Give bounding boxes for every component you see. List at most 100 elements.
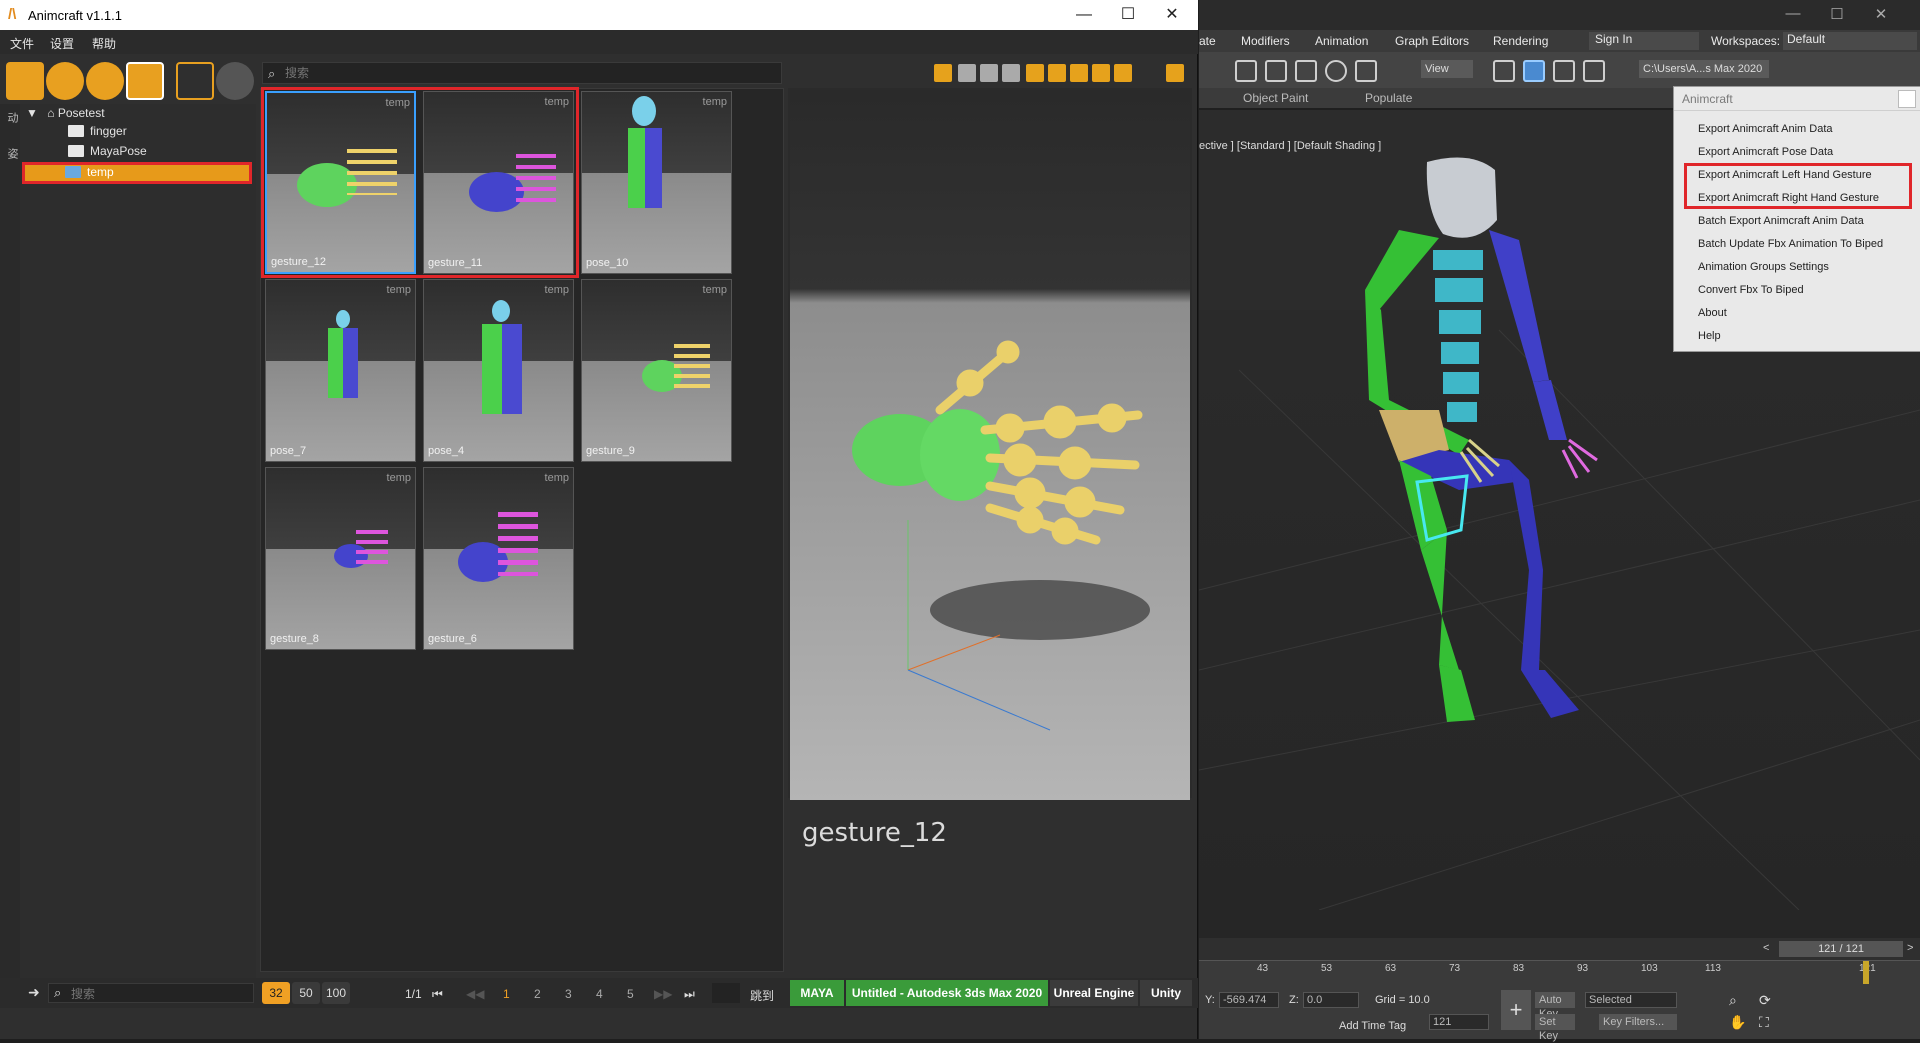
max-menu-graph-editors[interactable]: Graph Editors <box>1395 34 1469 48</box>
menu-help-item[interactable]: Help <box>1698 330 1721 342</box>
current-frame-marker[interactable] <box>1863 961 1869 985</box>
grid-alt-icon[interactable] <box>980 64 998 82</box>
last-page-button[interactable]: ⏭ <box>684 987 695 1002</box>
key-filters-button[interactable]: Key Filters... <box>1599 1014 1677 1030</box>
thumbnail-gesture-8[interactable]: temp gesture_8 <box>265 467 416 650</box>
frame-counter[interactable]: 121 / 121 <box>1779 941 1903 957</box>
engine-maya[interactable]: MAYA <box>790 980 844 1006</box>
max-menu-modifiers[interactable]: Modifiers <box>1241 34 1290 48</box>
snap-toggle-icon[interactable] <box>1523 60 1545 82</box>
menu-about[interactable]: About <box>1698 307 1727 319</box>
disabled-tool-icon[interactable] <box>216 62 254 100</box>
menu-export-right-hand-gesture[interactable]: Export Animcraft Right Hand Gesture <box>1698 192 1879 204</box>
jump-button[interactable]: 跳到 <box>750 987 774 1004</box>
side-tab-anim[interactable]: 动 <box>4 112 20 123</box>
side-tab-pose[interactable]: 姿 <box>4 148 20 159</box>
pivot-icon[interactable] <box>1493 60 1515 82</box>
menu-help[interactable]: 帮助 <box>92 35 116 52</box>
maximize-button[interactable]: ☐ <box>1108 4 1148 26</box>
set-key-button[interactable]: Set Key <box>1535 1014 1575 1042</box>
thumbnail-gesture-6[interactable]: temp gesture_6 <box>423 467 574 650</box>
page-4[interactable]: 4 <box>596 987 603 1001</box>
percent-snap-icon[interactable] <box>1583 60 1605 82</box>
search-input[interactable] <box>285 65 765 81</box>
zoom-icon[interactable]: ⌕ <box>1729 992 1737 1009</box>
angle-snap-icon[interactable] <box>1553 60 1575 82</box>
checker-icon[interactable] <box>1002 64 1020 82</box>
max-minimize-button[interactable]: — <box>1773 5 1813 25</box>
path-select[interactable]: C:\Users\A...s Max 2020 <box>1639 60 1769 78</box>
prev-page-button[interactable]: ◀◀ <box>466 987 484 1001</box>
tab-object-paint[interactable]: Object Paint <box>1243 91 1308 105</box>
tree-item-fingger[interactable]: fingger <box>68 124 127 142</box>
scale-icon[interactable] <box>1355 60 1377 82</box>
pan-icon[interactable]: ✋ <box>1729 1014 1746 1031</box>
light-icon[interactable] <box>1026 64 1044 82</box>
motion-icon[interactable] <box>176 62 214 100</box>
minimize-button[interactable]: — <box>1064 4 1104 26</box>
menu-export-pose-data[interactable]: Export Animcraft Pose Data <box>1698 146 1833 158</box>
hand-gesture-icon[interactable] <box>126 62 164 100</box>
workspace-select[interactable]: Default <box>1783 32 1917 50</box>
max-menu-animation[interactable]: Animation <box>1315 34 1368 48</box>
rotate-icon[interactable] <box>1325 60 1347 82</box>
thumbnail-pose-4[interactable]: temp pose_4 <box>423 279 574 462</box>
body-pose-icon[interactable] <box>46 62 84 100</box>
orbit-icon[interactable]: ⟳ <box>1759 992 1771 1009</box>
page-size-50[interactable]: 50 <box>292 982 320 1004</box>
page-3[interactable]: 3 <box>565 987 572 1001</box>
book-icon[interactable] <box>6 62 44 100</box>
select-icon[interactable] <box>1265 60 1287 82</box>
first-page-button[interactable]: ⏮ <box>432 987 443 1002</box>
tab-populate[interactable]: Populate <box>1365 91 1412 105</box>
timeline-prev-icon[interactable]: < <box>1763 942 1769 954</box>
timeline-next-icon[interactable]: > <box>1907 942 1913 954</box>
next-page-button[interactable]: ▶▶ <box>654 987 672 1001</box>
jump-page-input[interactable] <box>712 983 740 1003</box>
sphere-icon[interactable] <box>1070 64 1088 82</box>
max-maximize-button[interactable]: ☐ <box>1817 5 1857 25</box>
view-select[interactable]: View <box>1421 60 1473 78</box>
maximize-viewport-icon[interactable]: ⛶ <box>1759 1014 1769 1031</box>
menu-batch-export-anim-data[interactable]: Batch Export Animcraft Anim Data <box>1698 215 1864 227</box>
preview-viewport[interactable] <box>790 90 1190 800</box>
library-search[interactable]: ⌕ <box>262 62 782 84</box>
menu-export-anim-data[interactable]: Export Animcraft Anim Data <box>1698 123 1833 135</box>
max-menu-create[interactable]: ate <box>1199 34 1216 48</box>
frame-field[interactable]: 121 <box>1429 1014 1489 1030</box>
y-coordinate-field[interactable]: -569.474 <box>1219 992 1279 1008</box>
sign-in-button[interactable]: Sign In <box>1589 32 1699 50</box>
engine-unity[interactable]: Unity <box>1140 980 1192 1006</box>
thumbnail-pose-10[interactable]: temp pose_10 <box>581 91 732 274</box>
tree-item-temp[interactable]: temp <box>22 162 252 184</box>
menu-batch-update-fbx[interactable]: Batch Update Fbx Animation To Biped <box>1698 238 1883 250</box>
menu-animation-groups-settings[interactable]: Animation Groups Settings <box>1698 261 1829 273</box>
bottom-search-input[interactable] <box>71 986 251 1001</box>
collapse-arrow-icon[interactable]: ▼ <box>26 106 38 120</box>
move-icon[interactable] <box>1295 60 1317 82</box>
page-size-32[interactable]: 32 <box>262 982 290 1004</box>
thumbnail-gesture-11[interactable]: temp gesture_11 <box>423 91 574 274</box>
menu-file[interactable]: 文件 <box>10 35 34 52</box>
menu-settings[interactable]: 设置 <box>50 35 74 52</box>
thumbnail-gesture-12[interactable]: temp gesture_12 <box>265 91 416 274</box>
dropdown-checkbox[interactable] <box>1898 90 1916 108</box>
page-2[interactable]: 2 <box>534 987 541 1001</box>
face-icon[interactable] <box>86 62 124 100</box>
pose-tool-icon[interactable] <box>934 64 952 82</box>
add-time-tag[interactable]: Add Time Tag <box>1339 1020 1406 1032</box>
camera-icon[interactable] <box>1166 64 1184 82</box>
menu-convert-fbx-to-biped[interactable]: Convert Fbx To Biped <box>1698 284 1804 296</box>
thumbnail-pose-7[interactable]: temp pose_7 <box>265 279 416 462</box>
time-slider[interactable]: < 121 / 121 > <box>1199 938 1920 960</box>
z-coordinate-field[interactable]: 0.0 <box>1303 992 1359 1008</box>
page-1[interactable]: 1 <box>503 987 510 1001</box>
skeleton-icon[interactable] <box>1114 64 1132 82</box>
bottom-search[interactable]: ⌕ <box>48 983 254 1003</box>
track-bar[interactable]: 43 53 63 73 83 93 103 113 121 <box>1199 960 1920 985</box>
grid-icon[interactable] <box>958 64 976 82</box>
engine-unreal[interactable]: Unreal Engine <box>1050 980 1138 1006</box>
key-selection-select[interactable]: Selected <box>1585 992 1677 1008</box>
max-menu-rendering[interactable]: Rendering <box>1493 34 1548 48</box>
page-size-100[interactable]: 100 <box>322 982 350 1004</box>
